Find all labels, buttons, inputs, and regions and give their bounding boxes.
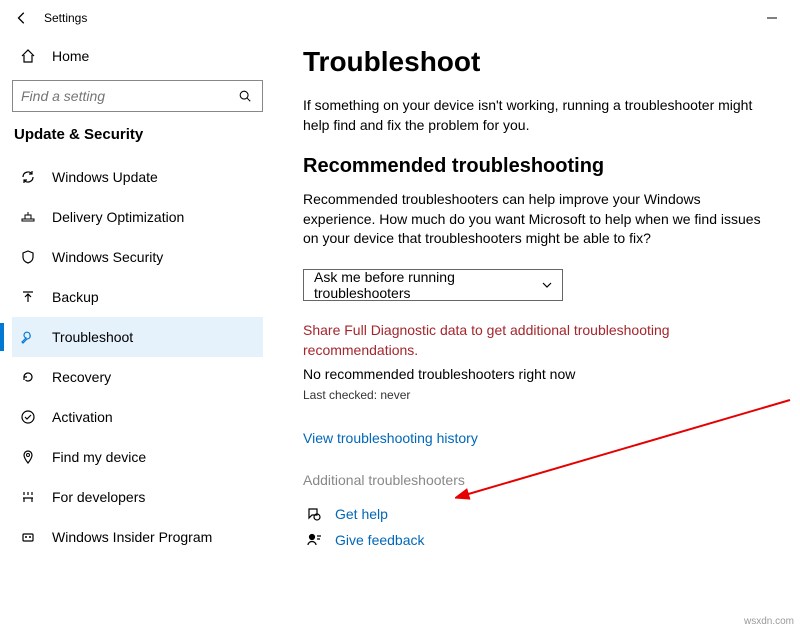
give-feedback-label: Give feedback	[335, 532, 425, 548]
sidebar-item-label: Backup	[52, 289, 99, 305]
recovery-icon	[18, 369, 38, 385]
home-label: Home	[52, 48, 89, 64]
sidebar-item-label: Windows Security	[52, 249, 163, 265]
give-feedback-link[interactable]: Give feedback	[303, 532, 772, 548]
minimize-button[interactable]	[752, 4, 792, 32]
recommended-desc: Recommended troubleshooters can help imp…	[303, 190, 772, 249]
developers-icon	[18, 489, 38, 505]
sidebar-item-label: Troubleshoot	[52, 329, 133, 345]
chat-icon	[303, 506, 325, 522]
sidebar-item-label: Windows Insider Program	[52, 529, 212, 545]
nav-group-title: Update & Security	[14, 126, 263, 143]
shield-icon	[18, 249, 38, 265]
sidebar-item-windows-update[interactable]: Windows Update	[12, 157, 263, 197]
sidebar-item-label: Activation	[52, 409, 113, 425]
sidebar-item-recovery[interactable]: Recovery	[12, 357, 263, 397]
sidebar-item-delivery-optimization[interactable]: Delivery Optimization	[12, 197, 263, 237]
sidebar-item-label: For developers	[52, 489, 145, 505]
sidebar-item-label: Windows Update	[52, 169, 158, 185]
content-area: Troubleshoot If something on your device…	[275, 36, 800, 629]
get-help-link[interactable]: Get help	[303, 506, 772, 522]
troubleshoot-preference-dropdown[interactable]: Ask me before running troubleshooters	[303, 269, 563, 301]
feedback-icon	[303, 532, 325, 548]
recommended-heading: Recommended troubleshooting	[303, 155, 772, 178]
view-history-link[interactable]: View troubleshooting history	[303, 430, 772, 446]
window-title: Settings	[44, 11, 87, 25]
intro-text: If something on your device isn't workin…	[303, 96, 772, 135]
sidebar-item-label: Delivery Optimization	[52, 209, 184, 225]
sidebar-item-windows-insider[interactable]: Windows Insider Program	[12, 517, 263, 557]
sidebar-item-label: Recovery	[52, 369, 111, 385]
search-icon	[238, 89, 254, 103]
sidebar-item-backup[interactable]: Backup	[12, 277, 263, 317]
backup-icon	[18, 289, 38, 305]
search-box[interactable]	[12, 80, 263, 112]
dropdown-value: Ask me before running troubleshooters	[314, 269, 542, 301]
home-nav[interactable]: Home	[12, 36, 263, 76]
location-icon	[18, 449, 38, 465]
back-arrow-icon	[15, 11, 29, 25]
last-checked-text: Last checked: never	[303, 388, 772, 402]
home-icon	[18, 48, 38, 64]
minimize-icon	[767, 13, 777, 23]
sidebar: Home Update & Security Windows Update De…	[0, 36, 275, 629]
sidebar-item-activation[interactable]: Activation	[12, 397, 263, 437]
wrench-icon	[18, 329, 38, 345]
titlebar: Settings	[0, 0, 800, 36]
back-button[interactable]	[8, 4, 36, 32]
diagnostic-warning: Share Full Diagnostic data to get additi…	[303, 321, 772, 360]
get-help-label: Get help	[335, 506, 388, 522]
no-recommended-text: No recommended troubleshooters right now	[303, 366, 772, 382]
search-input[interactable]	[21, 88, 238, 104]
delivery-icon	[18, 209, 38, 225]
sidebar-item-troubleshoot[interactable]: Troubleshoot	[12, 317, 263, 357]
sync-icon	[18, 169, 38, 185]
sidebar-item-windows-security[interactable]: Windows Security	[12, 237, 263, 277]
sidebar-item-for-developers[interactable]: For developers	[12, 477, 263, 517]
chevron-down-icon	[542, 280, 552, 290]
insider-icon	[18, 529, 38, 545]
additional-troubleshooters-link[interactable]: Additional troubleshooters	[303, 472, 772, 488]
watermark: wsxdn.com	[744, 616, 794, 627]
sidebar-item-label: Find my device	[52, 449, 146, 465]
page-heading: Troubleshoot	[303, 46, 772, 78]
check-circle-icon	[18, 409, 38, 425]
sidebar-item-find-my-device[interactable]: Find my device	[12, 437, 263, 477]
